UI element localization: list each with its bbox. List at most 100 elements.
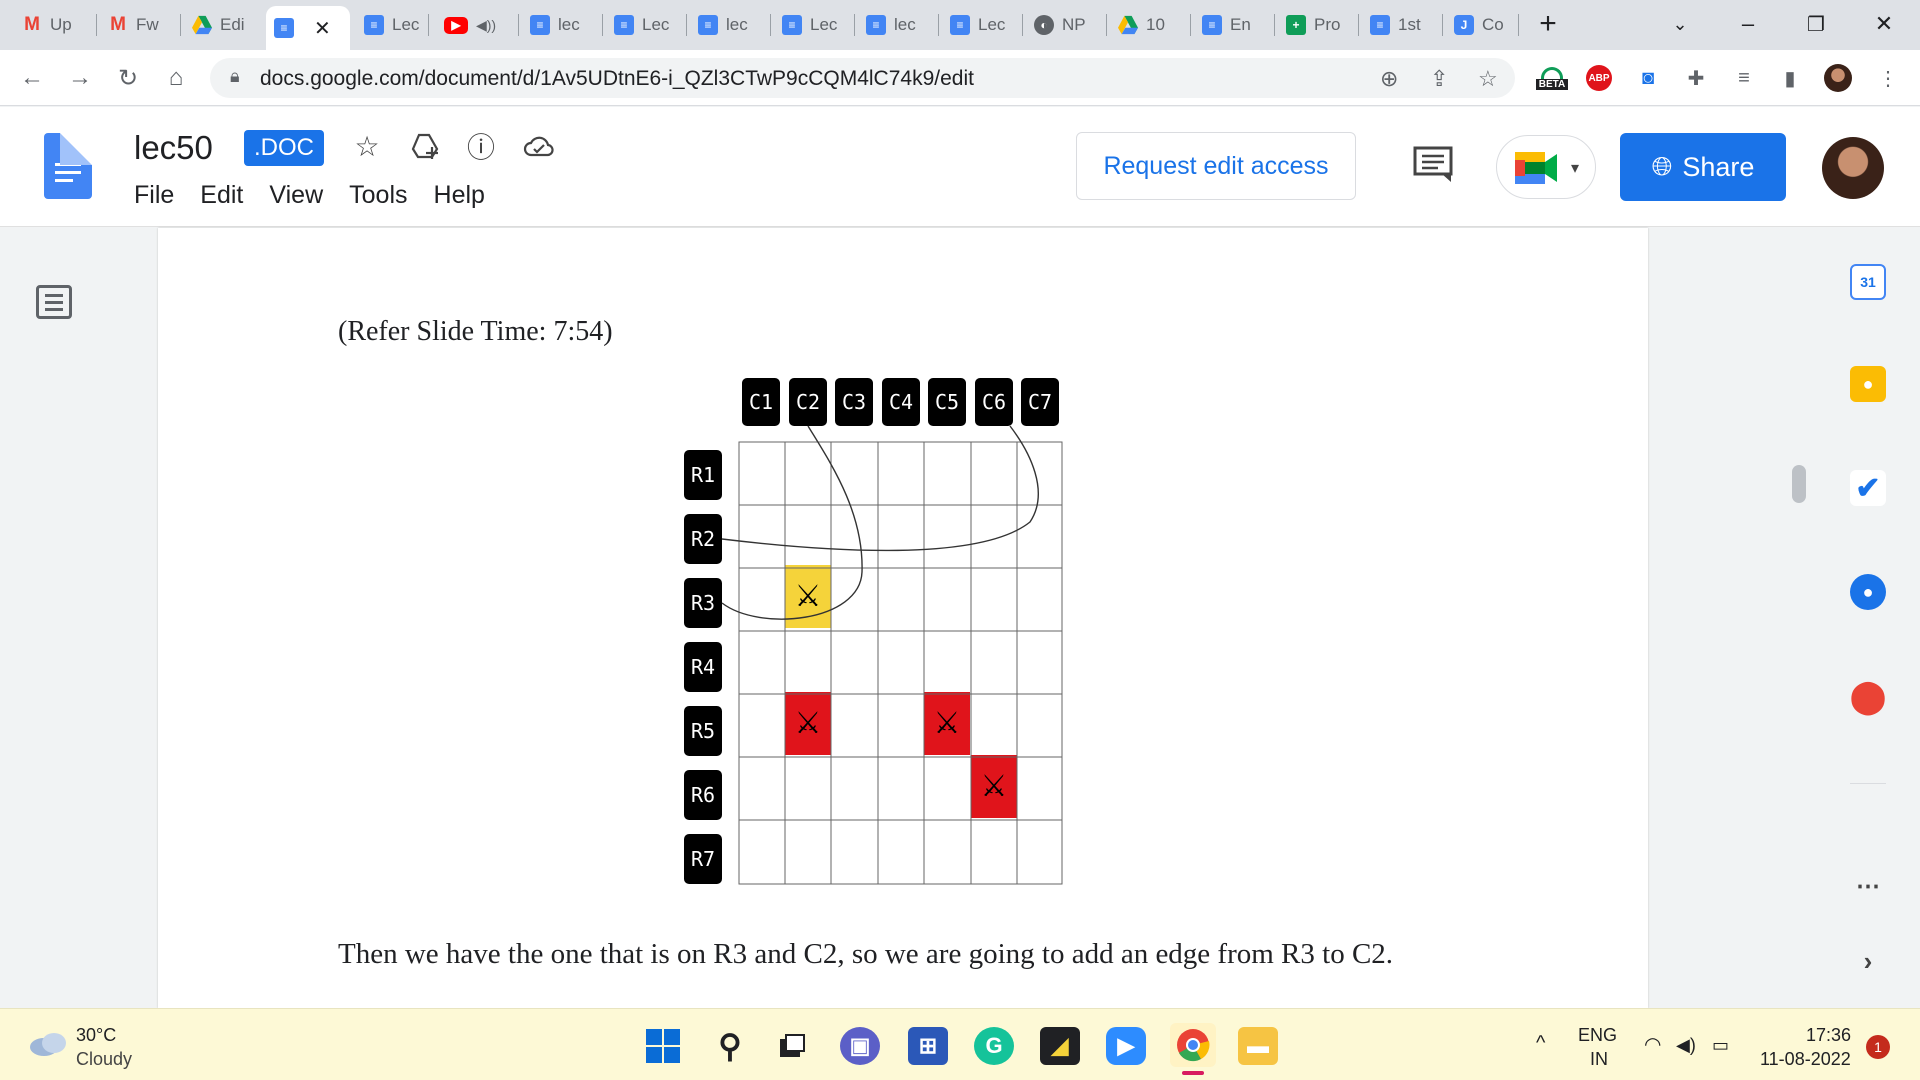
new-tab-icon[interactable]: +	[1518, 7, 1578, 40]
browser-tab[interactable]: ≡ Lec	[774, 8, 854, 42]
browser-menu-icon[interactable]: ⋮	[1874, 64, 1902, 92]
task-view-icon[interactable]	[772, 1027, 812, 1065]
forward-icon[interactable]: →	[64, 62, 96, 94]
logo-line	[55, 179, 73, 182]
browser-tab[interactable]: J Co	[1446, 8, 1516, 42]
side-panel: 31 ● ✔ ● ⬤ ⋯ ›	[1814, 228, 1920, 1008]
abp-badge: ABP	[1586, 65, 1612, 91]
reading-list-icon[interactable]: ≡	[1730, 64, 1758, 92]
menu-help[interactable]: Help	[434, 181, 485, 210]
browser-tab[interactable]: ▶ ◀))	[436, 8, 516, 42]
meet-call-button[interactable]: ▾	[1496, 135, 1596, 199]
browser-tab[interactable]: M Up	[14, 8, 94, 42]
browser-tab[interactable]: ≡ lec	[858, 8, 938, 42]
comment-history-icon[interactable]	[1412, 145, 1456, 185]
document-outline-icon[interactable]	[36, 285, 72, 319]
expand-panel-chevron-icon[interactable]: ›	[1850, 943, 1886, 979]
url-text: docs.google.com/document/d/1Av5UDtnE6-i_…	[260, 67, 974, 90]
browser-tab[interactable]: ≡ Lec	[606, 8, 686, 42]
windows-taskbar: 30°C Cloudy ⚲ ▣ ⊞ G ◢ ▶ ▬ ^ ENG IN ◠ ◀) …	[0, 1008, 1920, 1080]
contacts-icon[interactable]: ●	[1850, 574, 1886, 610]
document-details-info-icon[interactable]: ⓘ	[464, 129, 498, 163]
adblock-extension-icon[interactable]: ABP	[1585, 64, 1613, 92]
browser-tab[interactable]: Edi	[184, 8, 264, 42]
chrome-active-icon[interactable]	[1170, 1023, 1216, 1067]
home-icon[interactable]: ⌂	[160, 62, 192, 94]
volume-icon[interactable]: ◀)	[1676, 1033, 1696, 1057]
wifi-icon[interactable]: ◠	[1644, 1033, 1661, 1057]
notification-badge[interactable]: 1	[1866, 1035, 1890, 1059]
bookmark-star-icon[interactable]: ☆	[1478, 66, 1498, 92]
google-docs-logo-icon[interactable]	[44, 133, 92, 199]
keep-icon[interactable]: ●	[1850, 366, 1886, 402]
browser-tab[interactable]: + Pro	[1278, 8, 1358, 42]
windows-start-icon[interactable]	[643, 1027, 683, 1065]
browser-tab[interactable]: ≡ 1st	[1362, 8, 1442, 42]
globe-icon: 🌐︎	[1651, 151, 1673, 181]
calendar-icon[interactable]: 31	[1850, 264, 1886, 300]
docs-icon: ≡	[614, 15, 634, 35]
address-bar[interactable]: 🔒︎ docs.google.com/document/d/1Av5UDtnE6…	[210, 58, 1515, 98]
battery-icon[interactable]: ▭	[1712, 1033, 1729, 1057]
file-explorer-icon[interactable]: ▬	[1238, 1027, 1278, 1065]
zoom-icon[interactable]: ▶	[1106, 1027, 1146, 1065]
menu-tools[interactable]: Tools	[349, 181, 407, 210]
menu-file[interactable]: File	[134, 181, 174, 210]
cloudy-weather-icon	[28, 1031, 68, 1057]
browser-tab[interactable]: ≡ lec	[690, 8, 770, 42]
close-window-icon[interactable]: ✕	[1854, 8, 1914, 40]
grammarly-icon[interactable]: G	[974, 1027, 1014, 1065]
tab-divider	[428, 14, 429, 36]
menu-edit[interactable]: Edit	[200, 181, 243, 210]
user-avatar[interactable]	[1822, 137, 1884, 199]
clock-time[interactable]: 17:36	[1806, 1023, 1851, 1047]
extensions-puzzle-icon[interactable]: ✚	[1682, 64, 1710, 92]
tab-label: Fw	[136, 15, 159, 34]
tab-search-icon[interactable]: ⌄	[1650, 8, 1710, 40]
browser-tab[interactable]: ≡ En	[1194, 8, 1274, 42]
side-panel-divider	[1850, 783, 1886, 784]
restore-icon[interactable]: ❐	[1786, 8, 1846, 40]
scrollbar-thumb[interactable]	[1792, 465, 1806, 503]
zoom-icon[interactable]: ⊕	[1380, 66, 1398, 92]
back-icon[interactable]: ←	[16, 62, 48, 94]
screen-capture-extension-icon[interactable]: ◙	[1634, 64, 1662, 92]
clock-date[interactable]: 11-08-2022	[1760, 1047, 1851, 1071]
browser-tab[interactable]: 10	[1110, 8, 1190, 42]
profile-avatar[interactable]	[1824, 64, 1852, 92]
search-icon[interactable]: ⚲	[710, 1027, 750, 1065]
weather-temperature[interactable]: 30°C	[76, 1023, 116, 1047]
teams-chat-icon[interactable]: ▣	[840, 1027, 880, 1065]
request-edit-access-button[interactable]: Request edit access	[1076, 132, 1356, 200]
browser-tab[interactable]: M Fw	[100, 8, 180, 42]
browser-tab[interactable]: ≡ Lec	[356, 8, 426, 42]
show-hidden-icons-chevron-icon[interactable]: ^	[1536, 1031, 1545, 1055]
active-app-indicator	[1182, 1071, 1204, 1075]
tab-label: NP	[1062, 15, 1086, 34]
browser-tab[interactable]: ≡ Lec	[942, 8, 1022, 42]
star-icon[interactable]: ☆	[350, 129, 384, 163]
add-shortcut-to-drive-icon[interactable]	[408, 129, 442, 163]
share-page-icon[interactable]: ⇪	[1430, 66, 1448, 92]
browser-tab[interactable]: ≡ lec	[522, 8, 602, 42]
menu-view[interactable]: View	[269, 181, 323, 210]
tasks-icon[interactable]: ✔	[1850, 470, 1886, 506]
minimize-icon[interactable]: –	[1718, 8, 1778, 40]
sticky-notes-icon[interactable]: ◢	[1040, 1027, 1080, 1065]
side-panel-icon[interactable]: ▮	[1776, 64, 1804, 92]
lock-icon: 🔒︎	[230, 66, 240, 86]
reload-icon[interactable]: ↻	[112, 62, 144, 94]
share-button[interactable]: 🌐︎ Share	[1620, 133, 1786, 201]
language-bottom[interactable]: IN	[1590, 1047, 1608, 1071]
grammarly-beta-extension-icon[interactable]: BETA	[1532, 64, 1572, 92]
more-addons-icon[interactable]: ⋯	[1850, 868, 1886, 904]
weather-description[interactable]: Cloudy	[76, 1047, 132, 1071]
document-title[interactable]: lec50	[134, 129, 213, 167]
close-tab-icon[interactable]: ✕	[314, 16, 331, 41]
microsoft-store-icon[interactable]: ⊞	[908, 1027, 948, 1065]
browser-tab-active[interactable]: ≡ ✕	[266, 6, 350, 50]
language-top[interactable]: ENG	[1578, 1023, 1617, 1047]
browser-tab[interactable]: ◐ NP	[1026, 8, 1106, 42]
beta-badge: BETA	[1535, 78, 1569, 90]
maps-pin-icon[interactable]: ⬤	[1850, 678, 1886, 714]
